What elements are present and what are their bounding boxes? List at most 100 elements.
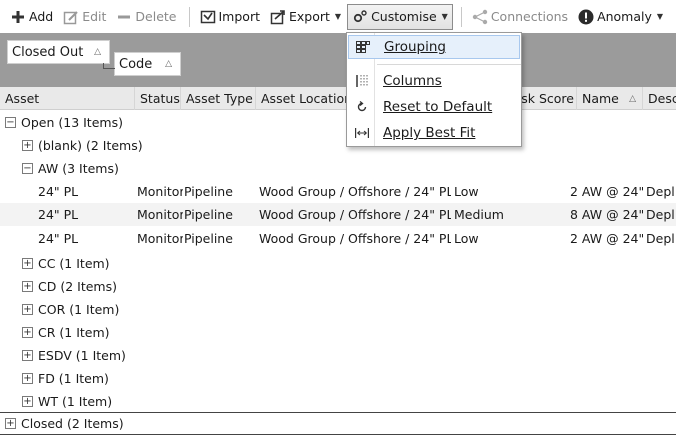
column-label: Desc: [648, 91, 676, 106]
group-chip-label: Code: [119, 56, 153, 72]
group-label: Closed (2 Items): [21, 416, 124, 431]
group-label: CD (2 Items): [38, 279, 117, 294]
table-row[interactable]: 24" PL Monitor Pipeline Wood Group / Off…: [0, 227, 676, 250]
export-button[interactable]: Export ▼: [266, 5, 345, 29]
table-row[interactable]: 24" PL Monitor Pipeline Wood Group / Off…: [0, 203, 676, 226]
delete-label: Delete: [135, 9, 177, 24]
cell-status: Monitor: [137, 207, 183, 222]
group-chip-code[interactable]: Code △: [114, 52, 181, 76]
reset-icon: [354, 99, 370, 115]
group-label: ESDV (1 Item): [38, 348, 126, 363]
expand-icon[interactable]: +: [22, 140, 33, 151]
menu-item-reset-to-default[interactable]: Reset to Default: [348, 95, 520, 119]
edit-button[interactable]: Edit: [59, 5, 110, 29]
group-label: COR (1 Item): [38, 302, 120, 317]
customise-button[interactable]: Customise ▼: [347, 3, 453, 30]
group-label: WT (1 Item): [38, 394, 113, 409]
group-row-wt[interactable]: + WT (1 Item): [0, 390, 676, 413]
import-button[interactable]: Import: [196, 5, 265, 29]
group-row-aw[interactable]: − AW (3 Items): [0, 157, 676, 180]
column-label: Status: [140, 91, 180, 106]
expand-icon[interactable]: +: [22, 281, 33, 292]
group-row-esdv[interactable]: + ESDV (1 Item): [0, 344, 676, 367]
column-label: Asset Location: [261, 91, 353, 106]
group-label: (blank) (2 Items): [38, 138, 143, 153]
gear-icon: [352, 9, 368, 25]
connections-label: Connections: [490, 9, 569, 24]
chevron-down-icon: ▼: [656, 12, 664, 21]
column-label: Name: [582, 91, 619, 106]
expand-icon[interactable]: +: [22, 373, 33, 384]
group-chip-label: Closed Out: [12, 44, 84, 60]
grid-header: Asset Status Asset Type Asset Location R…: [0, 87, 676, 110]
expand-icon[interactable]: +: [22, 327, 33, 338]
export-label: Export: [289, 9, 330, 24]
connections-button[interactable]: Connections: [468, 5, 572, 29]
expand-icon[interactable]: +: [5, 418, 16, 429]
edit-label: Edit: [82, 9, 107, 24]
toolbar-divider: [460, 6, 462, 27]
expand-icon[interactable]: +: [22, 396, 33, 407]
menu-item-grouping[interactable]: Grouping: [348, 35, 520, 59]
group-label: FD (1 Item): [38, 371, 109, 386]
group-chip-closed-out[interactable]: Closed Out △: [7, 40, 110, 64]
columns-icon: [354, 73, 370, 89]
expand-icon[interactable]: +: [22, 350, 33, 361]
menu-item-apply-best-fit[interactable]: Apply Best Fit: [348, 121, 520, 145]
expand-icon[interactable]: +: [22, 258, 33, 269]
cell-asset-type: Pipeline: [184, 207, 233, 222]
column-header-status[interactable]: Status: [135, 87, 181, 110]
cell-asset-location: Wood Group / Offshore / 24" PL: [259, 184, 451, 199]
cell-asset: 24" PL: [38, 184, 79, 199]
group-row-cr[interactable]: + CR (1 Item): [0, 321, 676, 344]
collapse-icon[interactable]: −: [5, 117, 16, 128]
sort-asc-icon: △: [629, 93, 636, 104]
cell-asset-location: Wood Group / Offshore / 24" PL: [259, 231, 451, 246]
cell-desc: Depl: [646, 207, 675, 222]
group-row-cd[interactable]: + CD (2 Items): [0, 275, 676, 298]
cell-asset: 24" PL: [38, 231, 79, 246]
group-connector: [103, 63, 115, 69]
collapse-icon[interactable]: −: [22, 163, 33, 174]
anomaly-button[interactable]: Anomaly ▼: [574, 5, 667, 29]
group-row-closed[interactable]: + Closed (2 Items): [0, 412, 676, 435]
anomaly-label: Anomaly: [597, 9, 652, 24]
toolbar: Add Edit Delete Import Export ▼ Customis…: [0, 0, 676, 33]
delete-button[interactable]: Delete: [112, 5, 180, 29]
add-label: Add: [29, 9, 54, 24]
menu-item-columns[interactable]: Columns: [348, 69, 520, 93]
group-label: CR (1 Item): [38, 325, 110, 340]
group-row-fd[interactable]: + FD (1 Item): [0, 367, 676, 390]
import-label: Import: [218, 9, 261, 24]
group-row-cor[interactable]: + COR (1 Item): [0, 298, 676, 321]
column-header-asset-type[interactable]: Asset Type: [181, 87, 256, 110]
menu-item-label: Apply Best Fit: [383, 125, 476, 141]
table-row[interactable]: 24" PL Monitor Pipeline Wood Group / Off…: [0, 180, 676, 203]
best-fit-icon: [354, 125, 370, 141]
column-header-asset[interactable]: Asset: [0, 87, 135, 110]
cell-name: 2 AW @ 24": [570, 184, 643, 199]
column-header-desc[interactable]: Desc: [643, 87, 676, 110]
menu-item-label: Columns: [383, 73, 442, 89]
grouping-icon: [355, 39, 371, 55]
group-row-cc[interactable]: + CC (1 Item): [0, 252, 676, 275]
group-label: AW (3 Items): [38, 161, 119, 176]
group-row-open[interactable]: − Open (13 Items): [0, 111, 676, 134]
import-icon: [200, 9, 216, 25]
cell-desc: Depl: [646, 184, 675, 199]
customise-label: Customise: [371, 9, 437, 24]
customise-menu: Grouping Columns Reset to Default Apply …: [346, 32, 522, 147]
group-label: Open (13 Items): [21, 115, 123, 130]
cell-status: Monitor: [137, 184, 183, 199]
alert-icon: [578, 9, 594, 25]
group-row-blank[interactable]: + (blank) (2 Items): [0, 134, 676, 157]
column-header-name[interactable]: Name △: [577, 87, 643, 110]
sort-asc-icon: △: [94, 47, 101, 57]
group-label: CC (1 Item): [38, 256, 110, 271]
cell-name: 2 AW @ 24": [570, 231, 643, 246]
group-by-panel: Closed Out △ Code △: [0, 33, 676, 87]
share-icon: [472, 9, 488, 25]
add-button[interactable]: Add: [6, 5, 57, 29]
cell-risk-score: Medium: [454, 207, 504, 222]
expand-icon[interactable]: +: [22, 304, 33, 315]
